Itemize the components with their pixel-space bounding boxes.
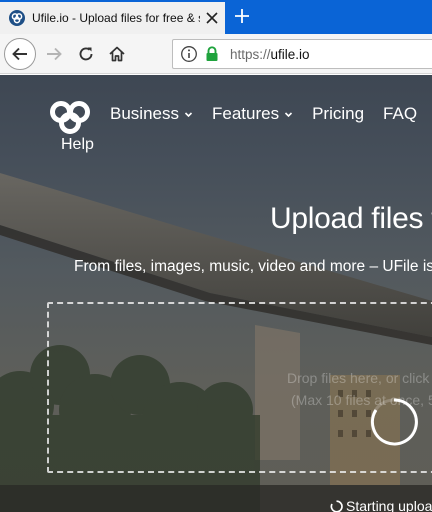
upload-dropzone[interactable]: Drop files here, or click to (Max 10 fil…: [47, 302, 432, 473]
close-icon[interactable]: [204, 10, 220, 26]
browser-tab-strip: Ufile.io - Upload files for free & share: [0, 0, 432, 34]
lock-icon[interactable]: [204, 45, 220, 63]
home-icon: [109, 46, 125, 62]
tab-title: Ufile.io - Upload files for free & share: [32, 11, 200, 25]
reload-icon: [79, 47, 93, 61]
ufile-logo-icon[interactable]: [46, 99, 94, 135]
nav-item-label: Features: [211, 104, 280, 123]
chevron-down-icon: [285, 111, 293, 117]
url-text: https://ufile.io: [230, 47, 310, 62]
browser-toolbar: https://ufile.io: [0, 34, 432, 74]
nav-item-label: Business: [110, 104, 179, 123]
chevron-down-icon: [184, 111, 193, 117]
reload-button[interactable]: [70, 38, 102, 70]
nav-item-features[interactable]: Features: [212, 104, 293, 124]
loading-spinner-icon: [370, 398, 418, 446]
arrow-right-icon: [47, 47, 62, 61]
nav-item-faq[interactable]: FAQ: [383, 104, 417, 124]
nav-help-link[interactable]: Help: [61, 136, 94, 154]
address-bar[interactable]: https://ufile.io: [172, 39, 432, 69]
upload-status: Starting uploa: [330, 498, 432, 512]
web-page: Help Business Features Pricing FAQ Uploa…: [0, 75, 432, 512]
new-tab-button[interactable]: [229, 3, 255, 29]
hero-title: Upload files f: [270, 202, 432, 235]
nav-item-pricing[interactable]: Pricing: [312, 104, 364, 124]
main-nav: Business Features Pricing FAQ: [110, 104, 417, 124]
info-icon[interactable]: [178, 43, 200, 65]
nav-item-label: FAQ: [383, 104, 418, 123]
nav-item-business[interactable]: Business: [110, 104, 193, 124]
browser-tab[interactable]: Ufile.io - Upload files for free & share: [0, 2, 225, 34]
url-host: ufile.io: [270, 46, 310, 62]
nav-item-label: Pricing: [312, 104, 365, 123]
arrow-left-icon: [12, 47, 27, 61]
dropzone-hint: Drop files here, or click to: [287, 370, 432, 386]
hero-subtitle: From files, images, music, video and mor…: [74, 258, 432, 275]
plus-icon: [235, 9, 249, 23]
loading-spinner-icon: [330, 499, 343, 512]
url-scheme: https://: [230, 46, 271, 62]
ufile-logo-icon: [9, 10, 25, 26]
home-button[interactable]: [101, 38, 133, 70]
upload-status-text: Starting uploa: [346, 498, 432, 512]
back-button[interactable]: [4, 38, 36, 70]
forward-button[interactable]: [38, 38, 70, 70]
